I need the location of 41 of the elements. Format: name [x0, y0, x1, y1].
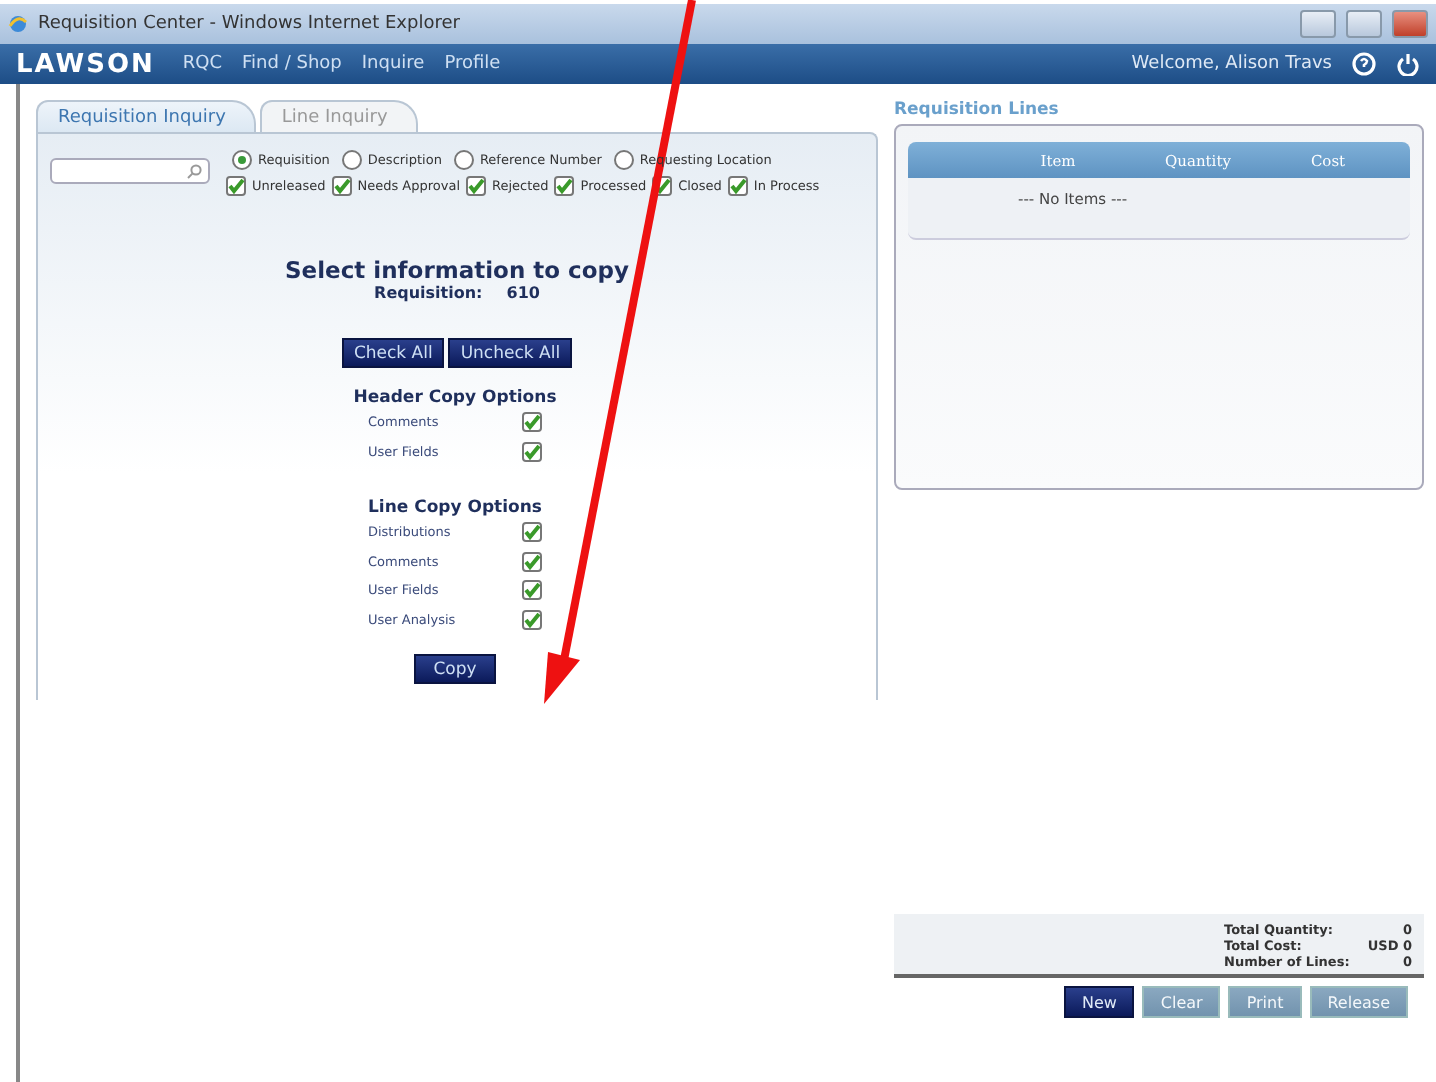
requisition-label: Requisition:	[374, 284, 483, 302]
nav-link[interactable]: RQC	[182, 54, 223, 74]
radio-button[interactable]	[232, 150, 252, 170]
checkbox[interactable]	[521, 441, 542, 462]
maximize-button[interactable]	[1346, 10, 1382, 38]
radio-button[interactable]	[341, 150, 362, 170]
logo: LAWSON	[16, 49, 155, 79]
tab[interactable]: Requisition Inquiry	[36, 100, 256, 132]
browser-icon	[8, 14, 28, 34]
requisition-number: 610	[506, 284, 540, 302]
nav-link[interactable]: Find / Shop	[242, 54, 342, 74]
checkbox[interactable]	[466, 176, 486, 196]
minimize-button[interactable]	[1300, 10, 1336, 38]
uncheck-all-button[interactable]: Uncheck All	[448, 338, 573, 368]
checkbox[interactable]	[226, 176, 246, 196]
nav-link[interactable]: Profile	[444, 54, 501, 74]
checkbox[interactable]	[331, 176, 352, 196]
checkbox[interactable]	[521, 609, 542, 630]
search-field[interactable]	[50, 158, 210, 184]
check-all-button[interactable]: Check All	[341, 338, 445, 368]
welcome-text: Welcome, Alison Travs	[1131, 54, 1332, 74]
nav-link[interactable]: Inquire	[361, 54, 425, 74]
checkbox[interactable]	[521, 412, 542, 433]
radio-button[interactable]	[453, 150, 474, 170]
checkbox[interactable]	[554, 176, 575, 196]
help-icon[interactable]	[1352, 52, 1376, 76]
power-icon[interactable]	[1396, 52, 1420, 76]
copy-heading: Select information to copy	[285, 256, 629, 284]
action-button[interactable]: New	[1063, 986, 1135, 1018]
group-title: Line Copy Options	[367, 498, 542, 518]
checkbox[interactable]	[521, 580, 542, 601]
panel-title: Requisition Lines	[894, 100, 1061, 124]
checkbox[interactable]	[521, 522, 542, 543]
tab[interactable]: Line Inquiry	[259, 100, 418, 132]
search-icon	[186, 163, 202, 179]
radio-button[interactable]	[613, 150, 634, 170]
checkbox[interactable]	[727, 176, 748, 196]
group-title: Header Copy Options	[353, 388, 557, 408]
copy-button[interactable]: Copy	[413, 654, 497, 684]
checkbox[interactable]	[521, 551, 542, 572]
window-title: Requisition Center - Windows Internet Explorer	[38, 14, 462, 34]
